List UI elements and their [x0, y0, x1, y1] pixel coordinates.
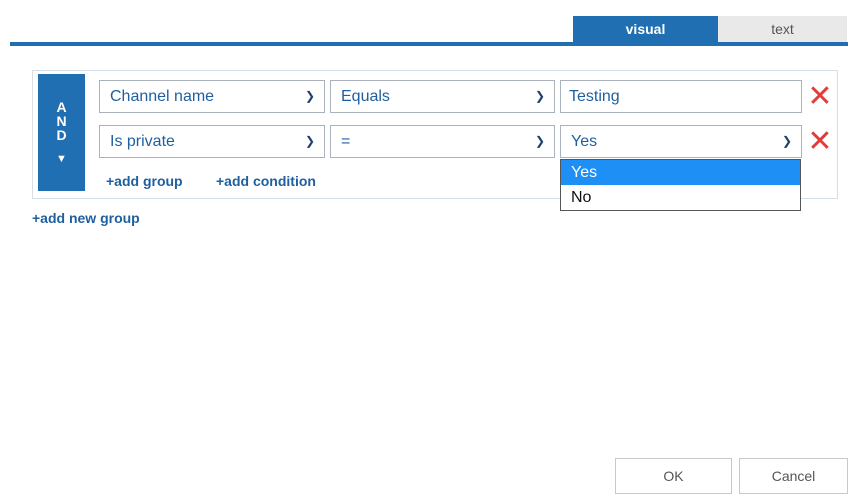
field-select-value: Is private: [110, 133, 175, 150]
operator-select[interactable]: = ❯: [330, 125, 555, 158]
value-dropdown-list: Yes No: [560, 159, 801, 211]
remove-condition-icon[interactable]: ✕: [807, 82, 833, 112]
add-new-group-link[interactable]: +add new group: [32, 210, 140, 226]
cancel-button[interactable]: Cancel: [739, 458, 848, 494]
chevron-down-icon: ❯: [304, 134, 315, 148]
value-select[interactable]: Yes ❯: [560, 125, 802, 158]
operator-select-value: =: [341, 133, 351, 150]
chevron-down-icon: ❯: [304, 89, 315, 103]
add-group-link[interactable]: +add group: [106, 173, 183, 189]
operator-select[interactable]: Equals ❯: [330, 80, 555, 113]
chevron-down-icon: ❯: [534, 134, 545, 148]
remove-condition-icon[interactable]: ✕: [807, 127, 833, 157]
operator-letter: A: [56, 99, 67, 115]
field-select-value: Channel name: [110, 88, 215, 105]
tab-visual[interactable]: visual: [573, 16, 718, 43]
value-input-text: Testing: [569, 88, 620, 105]
chevron-down-icon: ❯: [534, 89, 545, 103]
add-condition-link[interactable]: +add condition: [216, 173, 316, 189]
dropdown-option-no[interactable]: No: [561, 185, 800, 210]
tab-text[interactable]: text: [718, 16, 847, 43]
caret-down-icon: ▼: [56, 153, 67, 165]
tab-underline: [10, 42, 848, 46]
ok-button[interactable]: OK: [615, 458, 732, 494]
field-select[interactable]: Is private ❯: [99, 125, 325, 158]
value-input[interactable]: Testing: [560, 80, 802, 113]
group-operator-toggle[interactable]: A N D ▼: [38, 74, 85, 191]
field-select[interactable]: Channel name ❯: [99, 80, 325, 113]
operator-letter: D: [56, 127, 67, 143]
chevron-down-icon: ❯: [781, 134, 792, 148]
operator-select-value: Equals: [341, 88, 390, 105]
view-tabs: visual text: [573, 16, 847, 43]
operator-letter: N: [56, 113, 67, 129]
value-select-value: Yes: [571, 133, 598, 150]
dropdown-option-yes[interactable]: Yes: [561, 160, 800, 185]
